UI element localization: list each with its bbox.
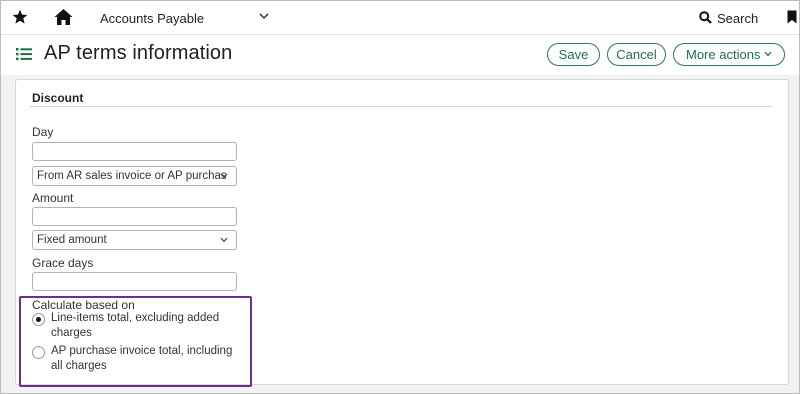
day-label: Day — [32, 125, 54, 139]
section-title: Discount — [32, 91, 84, 105]
day-basis-select[interactable]: From AR sales invoice or AP purchas — [32, 166, 237, 186]
cancel-button[interactable]: Cancel — [607, 43, 666, 66]
grace-days-label: Grace days — [32, 256, 94, 270]
radio-button[interactable] — [32, 346, 45, 359]
day-field[interactable] — [32, 142, 237, 161]
chevron-down-icon — [220, 237, 228, 243]
star-icon[interactable] — [12, 9, 28, 25]
search-button[interactable]: Search — [717, 11, 758, 26]
module-selector[interactable]: Accounts Payable — [100, 11, 204, 26]
radio-line-items-total[interactable]: Line-items total, excluding added charge… — [32, 311, 241, 341]
search-icon[interactable] — [699, 11, 712, 24]
page-title: AP terms information — [44, 42, 233, 64]
grace-days-field[interactable] — [32, 272, 237, 291]
chevron-down-icon — [220, 173, 228, 179]
radio-button[interactable] — [32, 313, 45, 326]
page-header: AP terms information Save Cancel More ac… — [1, 35, 799, 75]
amount-type-select[interactable]: Fixed amount — [32, 230, 237, 250]
list-icon[interactable] — [16, 47, 32, 61]
radio-label: Line-items total, excluding added charge… — [51, 312, 220, 339]
amount-field[interactable] — [32, 207, 237, 226]
save-button[interactable]: Save — [547, 43, 600, 66]
home-icon[interactable] — [54, 8, 73, 26]
section-divider — [30, 106, 772, 107]
more-actions-button[interactable]: More actions — [673, 43, 785, 66]
radio-invoice-total[interactable]: AP purchase invoice total, including all… — [32, 344, 241, 374]
radio-label: AP purchase invoice total, including all… — [51, 345, 233, 372]
calc-basis-label: Calculate based on — [32, 298, 135, 312]
discount-card: Discount Day From AR sales invoice or AP… — [15, 79, 789, 387]
day-basis-value: From AR sales invoice or AP purchas — [37, 170, 227, 182]
top-nav-bar: Accounts Payable Search — [1, 1, 799, 35]
more-actions-label: More actions — [686, 47, 761, 62]
content-area: Discount Day From AR sales invoice or AP… — [1, 75, 799, 393]
amount-type-value: Fixed amount — [37, 234, 107, 246]
chevron-down-icon — [764, 51, 772, 57]
bookmark-icon[interactable] — [787, 10, 797, 24]
amount-label: Amount — [32, 191, 74, 205]
chevron-down-icon[interactable] — [258, 11, 270, 21]
